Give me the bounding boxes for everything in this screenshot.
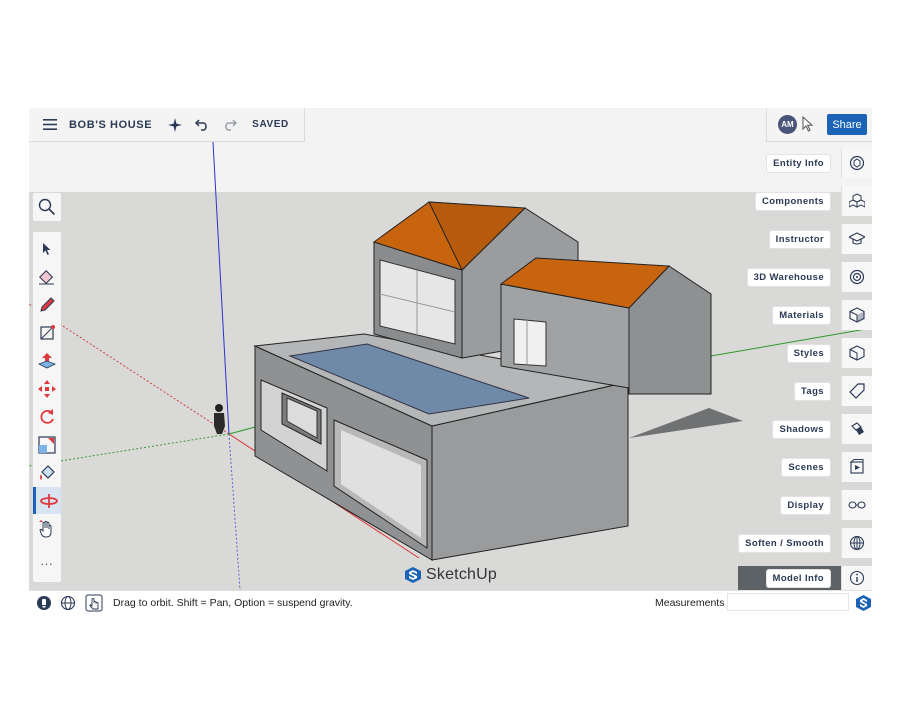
panel-materials[interactable]: Materials [742, 300, 872, 330]
measurements-input[interactable] [727, 593, 849, 611]
paint-bucket-tool[interactable] [33, 459, 61, 486]
instructor-bulb-icon[interactable] [35, 594, 53, 612]
pencil-icon [40, 296, 55, 312]
panel-label[interactable]: Instructor [769, 231, 830, 248]
panel-label[interactable]: Materials [773, 307, 830, 324]
materials-cube-icon[interactable] [841, 300, 872, 330]
sketchup-corner-icon [856, 595, 871, 611]
instructor-cap-icon[interactable] [841, 224, 872, 254]
globe-icon[interactable] [59, 594, 77, 612]
panel-label[interactable]: Display [781, 497, 830, 514]
panel-shadows[interactable]: Shadows [742, 414, 872, 444]
hamburger-menu-icon[interactable] [35, 108, 65, 141]
left-toolbar: ... [33, 232, 61, 582]
panel-label[interactable]: Entity Info [767, 155, 830, 172]
orbit-tool[interactable] [33, 487, 61, 514]
status-bar: Drag to orbit. Shift = Pan, Option = sus… [29, 590, 872, 614]
status-hint: Drag to orbit. Shift = Pan, Option = sus… [113, 597, 353, 609]
sketchup-logo: SketchUp [404, 566, 497, 584]
panel-entity-info[interactable]: Entity Info [742, 148, 872, 178]
scenes-icon[interactable] [841, 452, 872, 482]
pencil-tool[interactable] [33, 291, 61, 318]
panel-styles[interactable]: Styles [742, 338, 872, 368]
account-area: AM Share [766, 108, 872, 142]
sketchup-logo-icon [405, 567, 421, 583]
pointer-icon[interactable] [801, 115, 815, 137]
more-tools-button[interactable]: ... [33, 547, 61, 574]
search-tool[interactable] [33, 193, 61, 221]
panel-scenes[interactable]: Scenes [742, 452, 872, 482]
warehouse-icon[interactable] [841, 262, 872, 292]
glasses-icon[interactable] [841, 490, 872, 520]
panel-tags[interactable]: Tags [742, 376, 872, 406]
more-tools-label: ... [40, 553, 54, 568]
entity-info-icon[interactable] [841, 148, 872, 178]
logo-text: SketchUp [426, 566, 497, 583]
panel-label[interactable]: Tags [794, 383, 830, 400]
redo-icon[interactable] [216, 108, 244, 141]
panel-instructor[interactable]: Instructor [742, 224, 872, 254]
panel-label[interactable]: 3D Warehouse [747, 269, 830, 286]
shadows-icon[interactable] [841, 414, 872, 444]
undo-icon[interactable] [188, 108, 216, 141]
eraser-tool[interactable] [33, 263, 61, 290]
panel-soften-smooth[interactable]: Soften / Smooth [739, 528, 872, 558]
sketchup-app: BOB'S HOUSE SAVED AM Share ... Entity In… [29, 108, 872, 614]
scale-icon [38, 435, 56, 454]
push-pull-tool[interactable] [33, 347, 61, 374]
rotate-icon [40, 408, 54, 424]
top-toolbar: BOB'S HOUSE SAVED [29, 108, 305, 142]
select-arrow-icon [43, 242, 51, 255]
share-button[interactable]: Share [827, 114, 867, 135]
panel-components[interactable]: Components [742, 186, 872, 216]
panel-3d-warehouse[interactable]: 3D Warehouse [742, 262, 872, 292]
rotate-tool[interactable] [33, 403, 61, 430]
select-tool[interactable] [33, 235, 61, 262]
pan-hand-icon [39, 519, 52, 538]
rectangle-icon [40, 324, 55, 340]
hand-status-icon[interactable] [85, 594, 103, 612]
panel-model-info[interactable]: Model Info [742, 566, 872, 590]
sparkle-icon[interactable] [162, 108, 188, 141]
pan-tool[interactable] [33, 515, 61, 542]
eraser-icon [39, 269, 54, 284]
paint-bucket-icon [40, 464, 55, 480]
panel-label[interactable]: Shadows [773, 421, 830, 438]
user-avatar[interactable]: AM [778, 115, 797, 134]
components-icon[interactable] [841, 186, 872, 216]
panel-label[interactable]: Scenes [782, 459, 830, 476]
rectangle-tool[interactable] [33, 319, 61, 346]
sphere-icon[interactable] [841, 528, 872, 558]
document-title[interactable]: BOB'S HOUSE [65, 108, 162, 141]
save-status: SAVED [252, 119, 289, 130]
push-pull-icon [38, 352, 56, 368]
tag-icon[interactable] [841, 376, 872, 406]
scale-tool[interactable] [33, 431, 61, 458]
styles-icon[interactable] [841, 338, 872, 368]
move-tool[interactable] [33, 375, 61, 402]
magnifier-icon [38, 198, 56, 216]
panel-label[interactable]: Styles [787, 345, 830, 362]
panel-label[interactable]: Soften / Smooth [739, 535, 830, 552]
panel-display[interactable]: Display [742, 490, 872, 520]
move-icon [38, 379, 56, 398]
orbit-icon [39, 493, 58, 508]
info-icon[interactable] [841, 566, 872, 590]
panel-label[interactable]: Model Info [766, 570, 830, 587]
panel-label[interactable]: Components [755, 193, 830, 210]
measurements-label: Measurements [655, 597, 725, 609]
